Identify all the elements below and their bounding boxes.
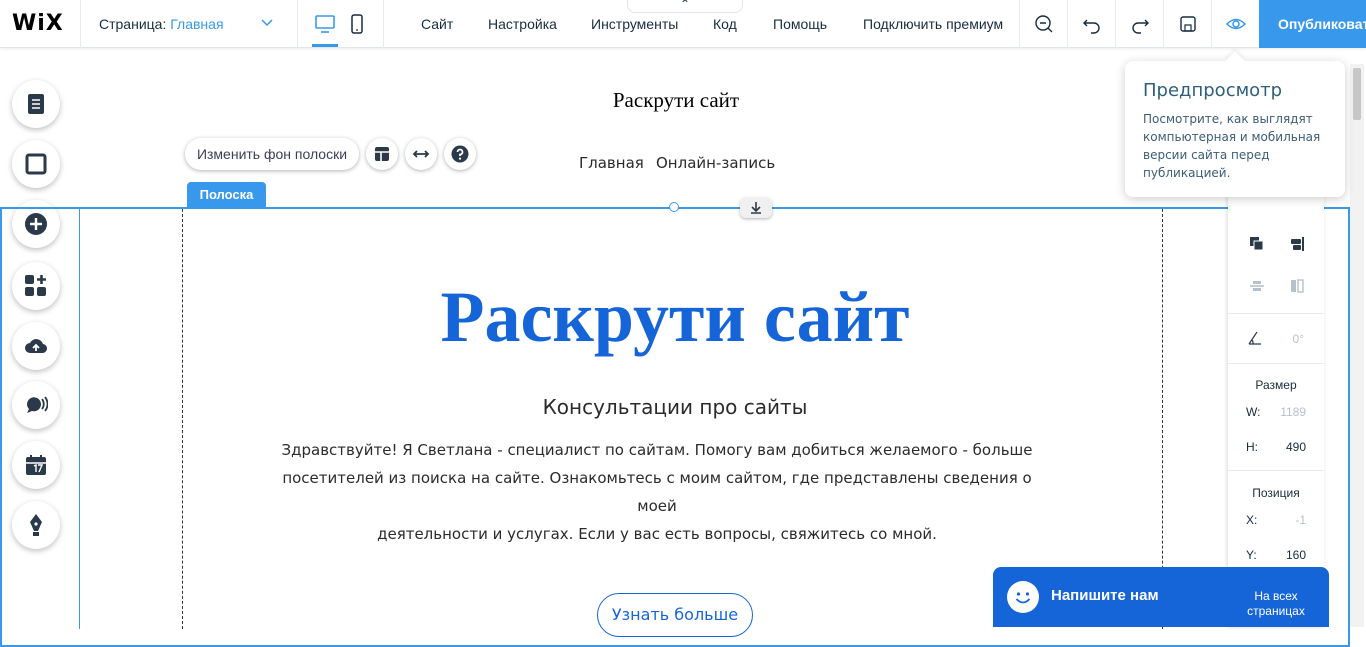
match-size-icon[interactable] xyxy=(1288,277,1306,295)
position-label: Позиция xyxy=(1252,486,1300,500)
stretch-button[interactable] xyxy=(405,138,437,170)
inspector-panel: 0° Размер W: 1189 H: 490 Позиция X: -1 Y… xyxy=(1228,195,1324,627)
height-value[interactable]: 490 xyxy=(1266,440,1306,454)
menu-upgrade[interactable]: Подключить премиум xyxy=(863,16,1003,32)
divider xyxy=(1228,313,1324,314)
preview-tooltip: Предпросмотр Посмотрите, как выглядят ко… xyxy=(1125,61,1345,197)
preview-eye-icon[interactable] xyxy=(1222,10,1250,38)
y-key: Y: xyxy=(1246,548,1257,562)
redo-icon[interactable] xyxy=(1126,10,1154,38)
learn-more-button[interactable]: Узнать больше xyxy=(597,593,753,637)
zoom-out-icon[interactable] xyxy=(1030,10,1058,38)
hero-body-line: деятельности и услугах. Если у вас есть … xyxy=(377,525,937,543)
strip-layout-button[interactable] xyxy=(366,138,398,170)
page-selector-label: Страница: xyxy=(99,16,171,32)
strip-resize-handle[interactable] xyxy=(669,202,679,212)
menu-code[interactable]: Код xyxy=(713,16,737,32)
download-arrow-icon xyxy=(751,202,761,214)
chevron-down-icon[interactable] xyxy=(259,14,275,30)
help-button[interactable] xyxy=(444,138,476,170)
strip-inner-edge xyxy=(79,209,80,629)
divider xyxy=(383,0,384,48)
hero-subtitle[interactable]: Консультации про сайты xyxy=(0,395,1350,419)
distribute-icon[interactable] xyxy=(1248,277,1266,295)
site-nav-home[interactable]: Главная xyxy=(579,154,644,172)
rotation-value[interactable]: 0° xyxy=(1264,332,1304,346)
divider xyxy=(1211,0,1212,48)
menu-site[interactable]: Сайт xyxy=(421,16,453,32)
divider xyxy=(1163,0,1164,48)
tooltip-text: Посмотрите, как выглядят компьютерная и … xyxy=(1143,112,1321,180)
tooltip-title: Предпросмотр xyxy=(1143,80,1283,101)
editor-topbar: WiX Страница: Главная Сайт Настройка Инс… xyxy=(0,0,1366,48)
menu-tools[interactable]: Инструменты xyxy=(591,16,678,32)
divider xyxy=(1019,0,1020,48)
background-icon xyxy=(25,153,47,175)
site-nav-booking[interactable]: Онлайн-запись xyxy=(656,154,775,172)
x-value[interactable]: -1 xyxy=(1266,513,1306,527)
divider xyxy=(1228,470,1324,471)
save-icon[interactable] xyxy=(1174,10,1202,38)
page-selector-value: Главная xyxy=(170,16,224,32)
align-right-icon[interactable] xyxy=(1288,235,1306,253)
background-button[interactable] xyxy=(12,140,60,188)
divider xyxy=(1067,0,1068,48)
width-value[interactable]: 1189 xyxy=(1266,405,1306,419)
scrollbar-thumb[interactable] xyxy=(1353,68,1361,120)
canvas-scrollbar[interactable] xyxy=(1350,64,1364,627)
y-value[interactable]: 160 xyxy=(1266,548,1306,562)
stretch-arrows-icon xyxy=(412,150,430,158)
menu-help[interactable]: Помощь xyxy=(773,16,827,32)
question-icon xyxy=(451,145,469,163)
menu-settings[interactable]: Настройка xyxy=(488,16,557,32)
arrange-icon[interactable] xyxy=(1248,235,1266,253)
mobile-view-icon[interactable] xyxy=(347,12,367,36)
layout-icon xyxy=(375,147,389,161)
hero-body-line: посетителей из поиска на сайте. Ознакомь… xyxy=(282,469,1032,515)
chevron-up-icon: ⌃ xyxy=(680,0,691,11)
divider xyxy=(297,0,298,48)
hero-body-line: Здравствуйте! Я Светлана - специалист по… xyxy=(281,441,1033,459)
page-selector[interactable]: Страница: Главная xyxy=(99,16,224,32)
active-view-indicator xyxy=(312,44,338,47)
divider xyxy=(1228,363,1324,364)
show-on-all-pages-label[interactable]: На всех страницах xyxy=(1228,580,1324,627)
hero-body-text[interactable]: Здравствуйте! Я Светлана - специалист по… xyxy=(262,436,1052,548)
strip-label-tag: Полоска xyxy=(187,182,266,208)
grid-guide-left xyxy=(182,209,183,629)
wix-logo[interactable]: WiX xyxy=(12,11,64,36)
hero-title[interactable]: Раскрути сайт xyxy=(0,276,1350,359)
undo-icon[interactable] xyxy=(1078,10,1106,38)
size-label: Размер xyxy=(1255,378,1297,392)
height-key: H: xyxy=(1246,440,1258,454)
publish-button[interactable]: Опубликовать xyxy=(1259,0,1366,48)
divider xyxy=(80,0,81,48)
divider xyxy=(1115,0,1116,48)
chat-label: Напишите нам xyxy=(1051,587,1159,604)
desktop-view-icon[interactable] xyxy=(313,12,337,36)
width-key: W: xyxy=(1246,405,1261,419)
rotate-angle-icon xyxy=(1248,331,1261,345)
x-key: X: xyxy=(1246,513,1258,527)
change-strip-background-button[interactable]: Изменить фон полоски xyxy=(185,138,359,170)
strip-arrange-button[interactable] xyxy=(740,198,772,218)
smiley-icon xyxy=(1007,581,1039,613)
tools-toggle-tab[interactable]: ⌃ xyxy=(627,0,743,13)
grid-guide-right xyxy=(1162,209,1163,629)
